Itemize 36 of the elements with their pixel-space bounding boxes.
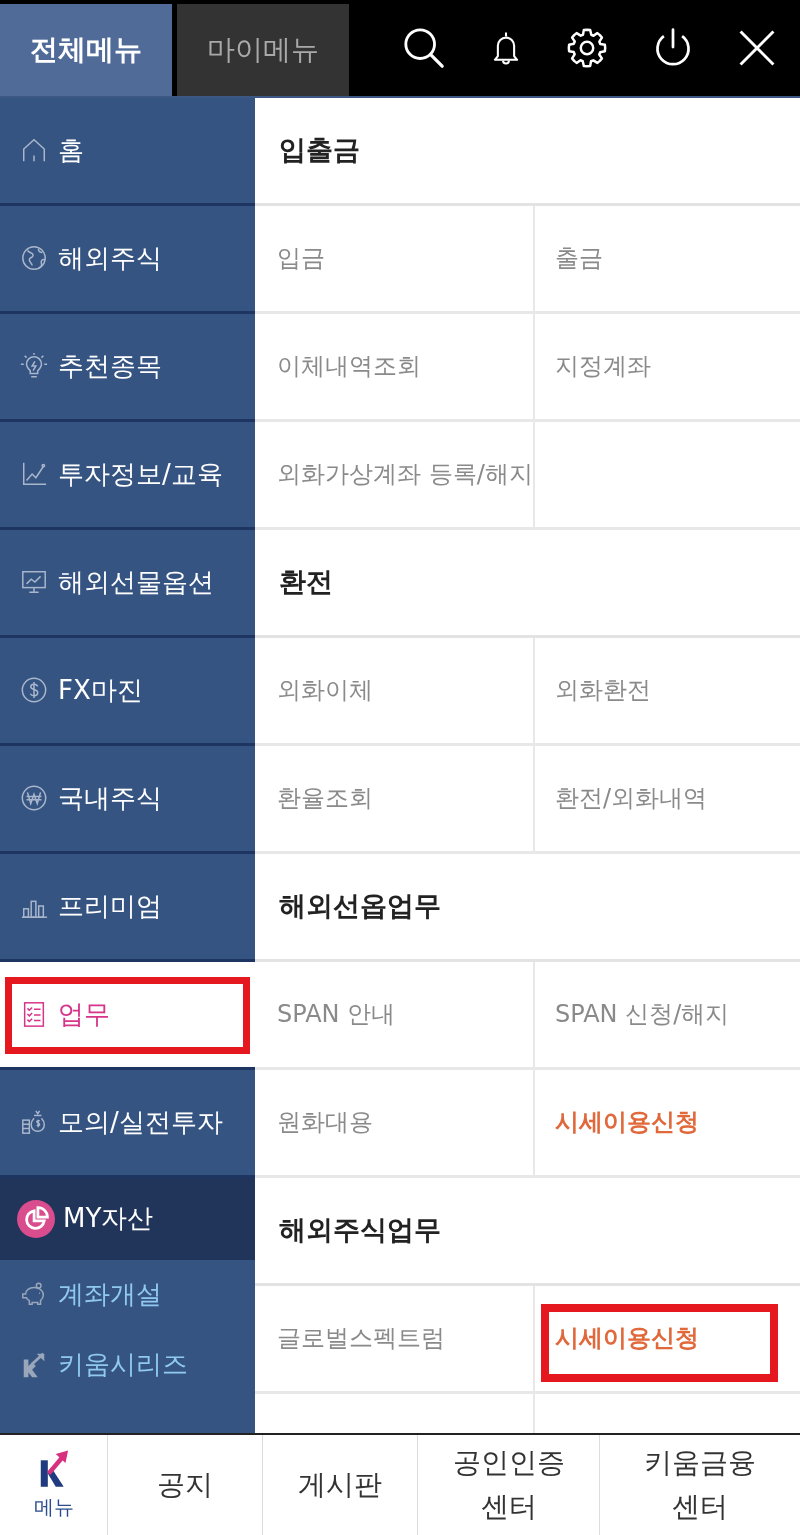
menu-item[interactable]: 이체내역조회	[255, 313, 535, 422]
menu-item[interactable]: SPAN 신청/해지	[535, 961, 800, 1070]
globe-icon	[20, 244, 48, 273]
menu-item[interactable]: 원화대용	[255, 1069, 535, 1178]
menu-tab[interactable]: 마이메뉴	[177, 4, 349, 96]
nav-item[interactable]: 게시판	[263, 1435, 418, 1535]
nav-item[interactable]: 공인인증 센터	[418, 1435, 600, 1535]
pie-chart-icon	[17, 1199, 55, 1238]
search-icon[interactable]	[402, 25, 446, 70]
dollar-coin-icon	[20, 676, 48, 705]
section-title: 해외선옵업무	[255, 853, 800, 962]
menu-item[interactable]: 지정계좌	[535, 313, 800, 422]
nav-item[interactable]: 공지	[108, 1435, 263, 1535]
menu-item[interactable]: 출금	[535, 205, 800, 314]
section-title: 환전	[255, 529, 800, 638]
menu-tab[interactable]: 전체메뉴	[0, 4, 172, 96]
menu-item[interactable]: 시세이용신청	[535, 1285, 800, 1394]
sidebar-item[interactable]: MY자산	[0, 1177, 255, 1260]
menu-item[interactable]: 환율조회	[255, 745, 535, 854]
section-title: 해외주식업무	[255, 1177, 800, 1286]
menu-item[interactable]: 시세이용신청	[535, 1069, 800, 1178]
won-coin-icon	[20, 784, 48, 813]
sidebar-item[interactable]: 업무	[0, 961, 255, 1070]
menu-item[interactable]: 외화가상계좌 등록/해지	[255, 421, 535, 530]
section-title: 입출금	[255, 97, 800, 206]
menu-item[interactable]: 외화이체	[255, 637, 535, 746]
sidebar-item[interactable]: 계좌개설	[0, 1259, 255, 1330]
money-bag-icon	[20, 1108, 48, 1137]
sidebar-item[interactable]: 키움시리즈	[0, 1329, 255, 1400]
nav-item[interactable]: 메뉴	[0, 1435, 108, 1535]
menu-item[interactable]: 환전/외화내역	[535, 745, 800, 854]
menu-item[interactable]: SPAN 안내	[255, 961, 535, 1070]
menu-item[interactable]: 글로벌스펙트럼	[255, 1285, 535, 1394]
nav-item[interactable]: 키움금융 센터	[600, 1435, 800, 1535]
menu-item[interactable]: 입금	[255, 205, 535, 314]
menu-item[interactable]: 외화환전	[535, 637, 800, 746]
